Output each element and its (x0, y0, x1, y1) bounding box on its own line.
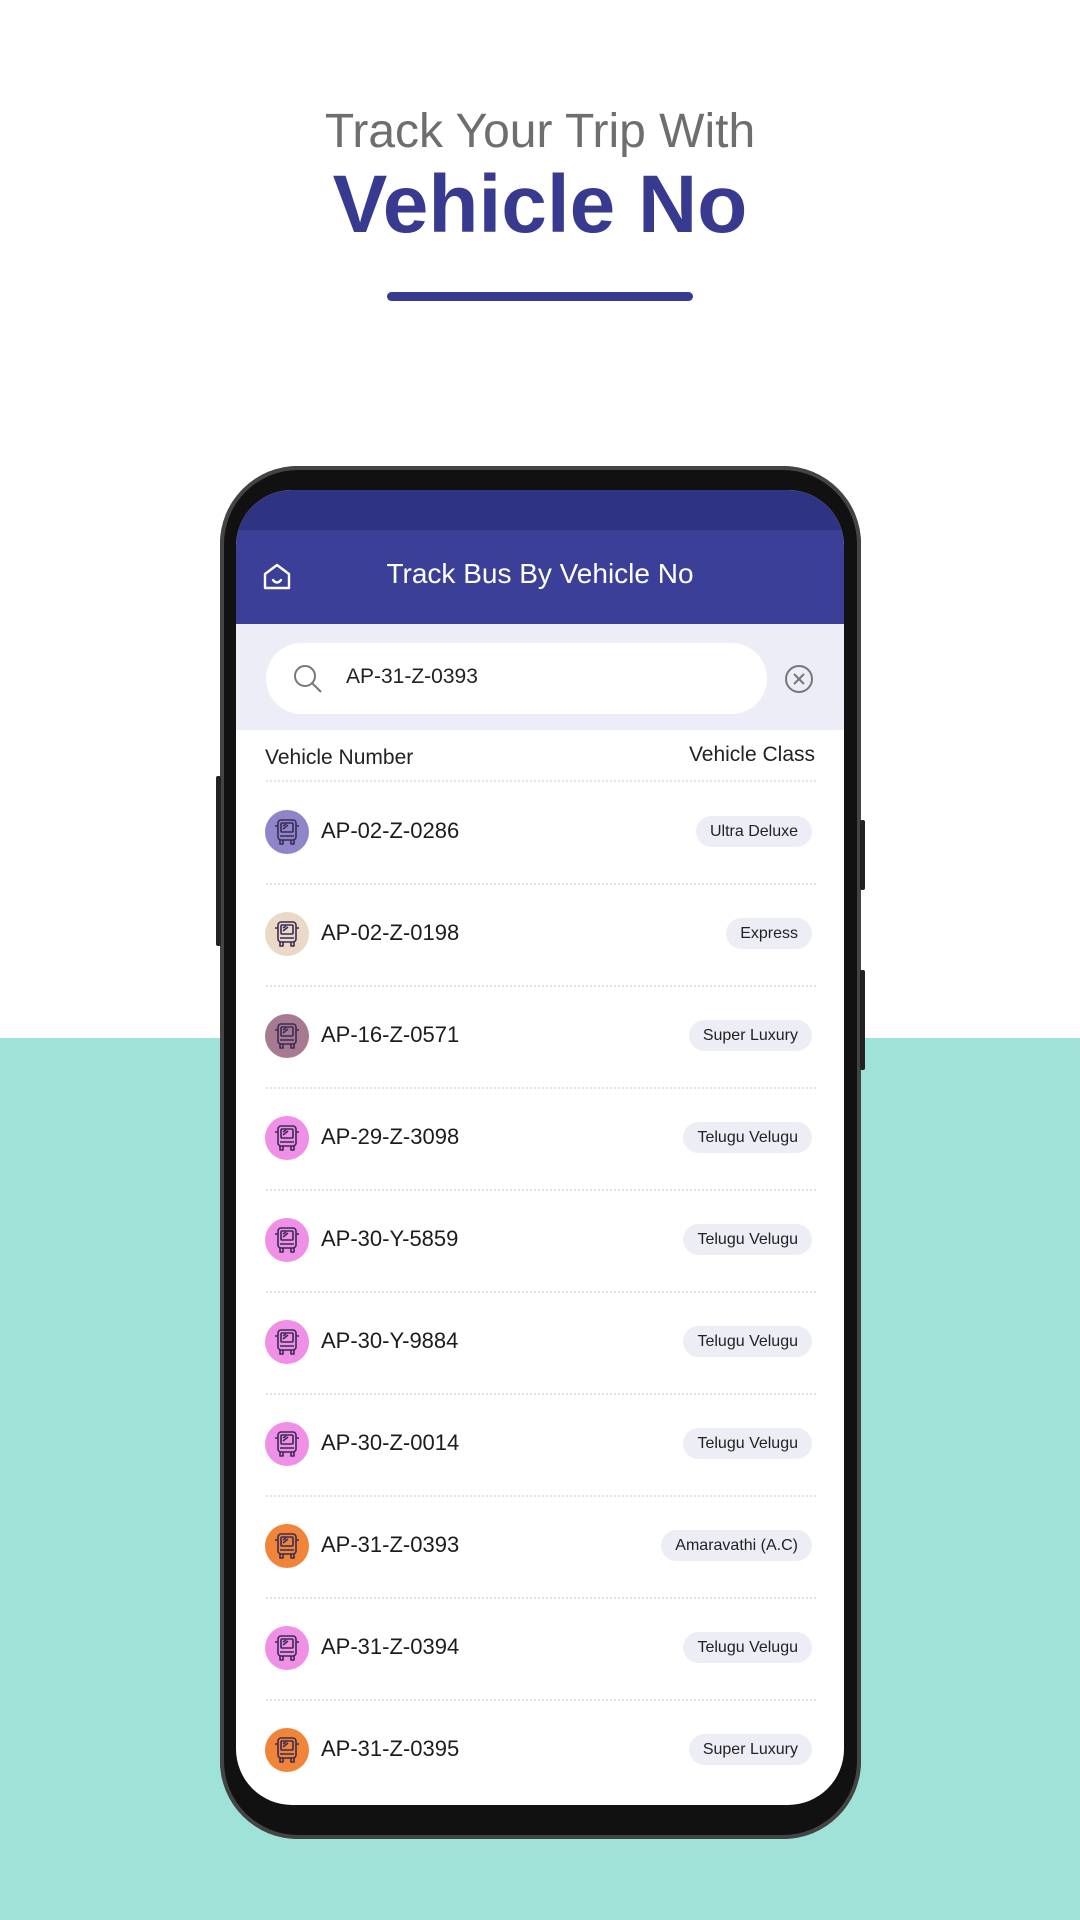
vehicle-number: AP-31-Z-0394 (321, 1634, 460, 1659)
vehicle-number: AP-31-Z-0395 (321, 1736, 460, 1761)
app-title: Track Bus By Vehicle No (386, 558, 694, 589)
vehicle-row[interactable]: AP-30-Y-5859 Telugu Velugu (236, 1190, 844, 1293)
vehicle-row[interactable]: AP-02-Z-0198 Express (236, 884, 844, 987)
vehicle-number: AP-30-Y-5859 (321, 1226, 459, 1251)
column-header-vehicle-class: Vehicle Class (688, 743, 815, 766)
vehicle-number: AP-29-Z-3098 (321, 1124, 460, 1149)
vehicle-row[interactable]: AP-30-Y-9884 Telugu Velugu (236, 1292, 844, 1395)
bus-icon (265, 912, 309, 956)
phone-side-button (216, 776, 221, 946)
vehicle-row[interactable]: AP-29-Z-3098 Telugu Velugu (236, 1088, 844, 1191)
bus-icon (265, 1422, 309, 1466)
vehicle-row[interactable]: AP-16-Z-0571 Super Luxury (236, 986, 844, 1089)
hero-subtitle: Track Your Trip With (324, 105, 756, 158)
bus-icon (265, 1014, 309, 1058)
title-underline (387, 292, 693, 301)
vehicle-number: AP-30-Z-0014 (321, 1430, 460, 1455)
status-bar (236, 490, 844, 530)
vehicle-class-badge: Express (726, 918, 812, 949)
vehicle-class-badge: Telugu Velugu (683, 1632, 812, 1663)
phone-screen: Track Bus By Vehicle No AP-31-Z-0393 Veh… (236, 490, 844, 1805)
vehicle-number: AP-16-Z-0571 (321, 1022, 460, 1047)
vehicle-class-badge: Super Luxury (688, 1734, 812, 1765)
vehicle-class-badge: Telugu Velugu (683, 1122, 812, 1153)
search-area: AP-31-Z-0393 (236, 624, 844, 730)
vehicle-class-badge: Telugu Velugu (683, 1224, 812, 1255)
vehicle-row[interactable]: AP-30-Z-0014 Telugu Velugu (236, 1394, 844, 1497)
search-input[interactable]: AP-31-Z-0393 (266, 643, 767, 714)
vehicle-row[interactable]: AP-31-Z-0395 Super Luxury (236, 1700, 844, 1802)
vehicle-row[interactable]: AP-31-Z-0394 Telugu Velugu (236, 1598, 844, 1701)
bus-icon (265, 1218, 309, 1262)
vehicle-class-badge: Ultra Deluxe (695, 816, 812, 847)
bus-icon (265, 1728, 309, 1772)
phone-side-button (860, 820, 865, 890)
vehicle-class-badge: Telugu Velugu (683, 1428, 812, 1459)
vehicle-number: AP-02-Z-0198 (321, 920, 460, 945)
vehicle-row[interactable]: AP-02-Z-0286 Ultra Deluxe (236, 782, 844, 885)
bus-icon (265, 1116, 309, 1160)
hero-title: Vehicle No (332, 159, 748, 250)
vehicle-class-badge: Amaravathi (A.C) (661, 1530, 812, 1561)
phone-side-button (860, 970, 865, 1070)
bus-icon (265, 1320, 309, 1364)
search-value: AP-31-Z-0393 (346, 665, 478, 688)
app-bar: Track Bus By Vehicle No (236, 530, 844, 624)
column-header-vehicle-number: Vehicle Number (265, 746, 414, 769)
bus-icon (265, 1524, 309, 1568)
vehicle-class-badge: Super Luxury (688, 1020, 812, 1051)
clear-search-icon[interactable] (784, 664, 814, 699)
bus-icon (265, 1626, 309, 1670)
vehicle-class-badge: Telugu Velugu (683, 1326, 812, 1357)
vehicle-number: AP-02-Z-0286 (321, 818, 460, 843)
bus-icon (265, 810, 309, 854)
vehicle-number: AP-30-Y-9884 (321, 1328, 459, 1353)
vehicle-row[interactable]: AP-31-Z-0393 Amaravathi (A.C) (236, 1496, 844, 1599)
search-icon (292, 663, 324, 700)
vehicle-number: AP-31-Z-0393 (321, 1532, 460, 1557)
